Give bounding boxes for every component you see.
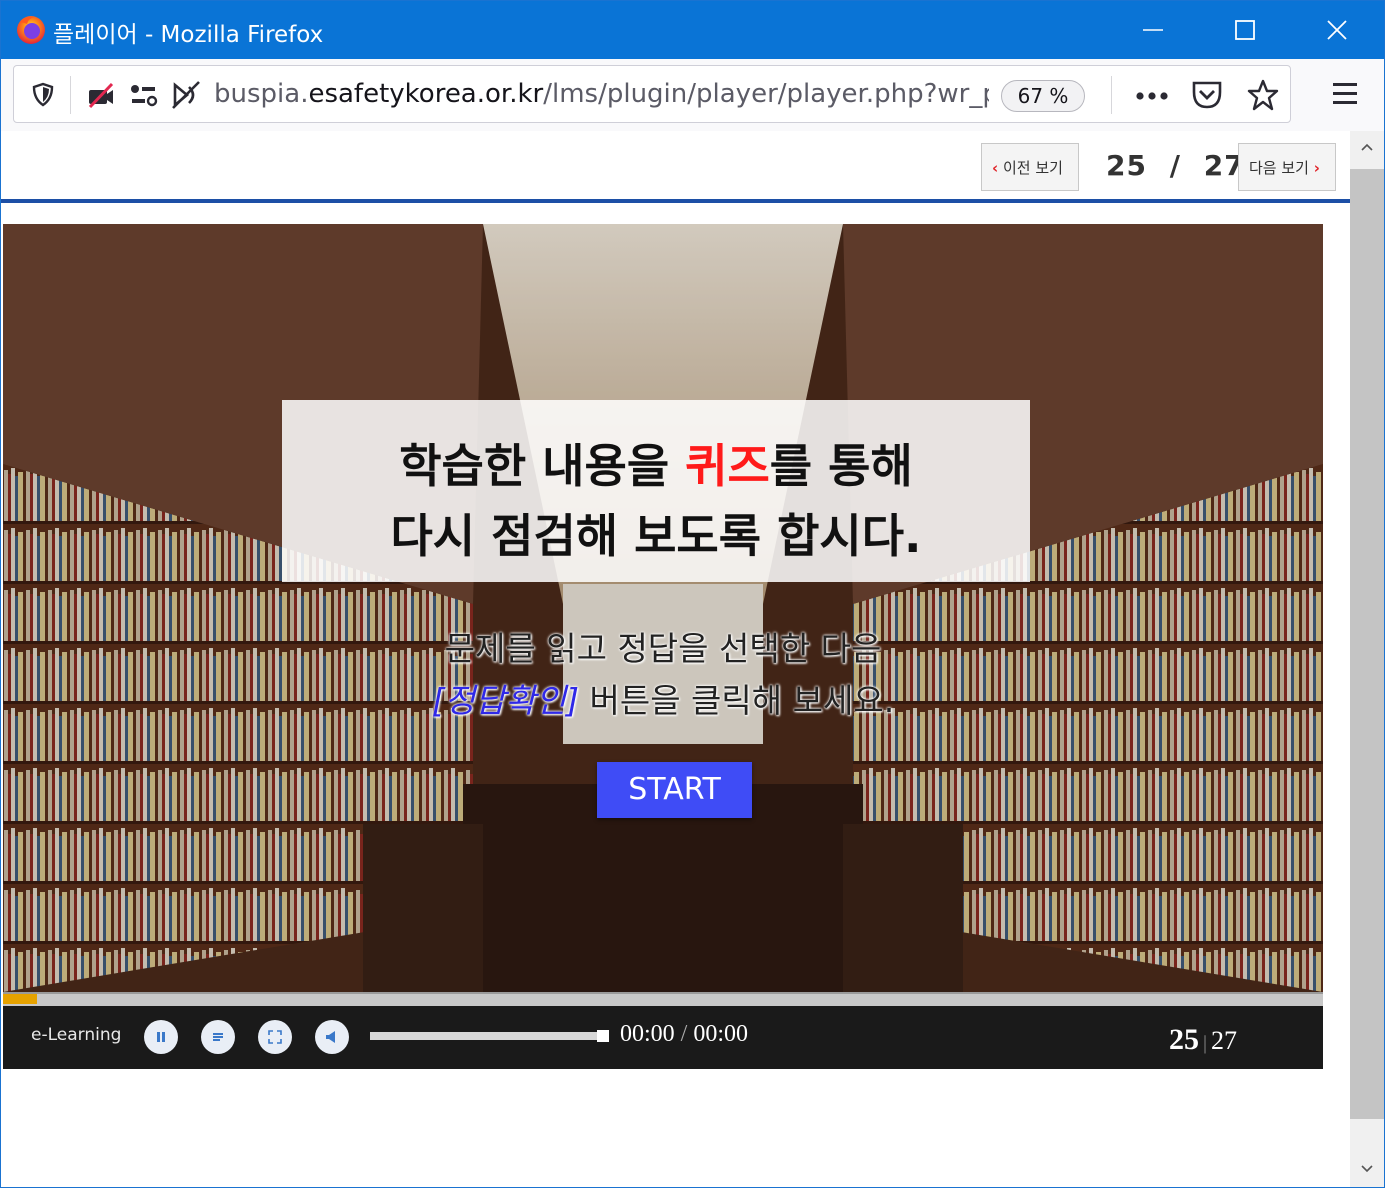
list-icon (213, 1033, 223, 1041)
time-separator: / (680, 1021, 688, 1047)
page-current: 25 (1106, 149, 1147, 182)
player-page-separator: | (1203, 1032, 1208, 1054)
time-slider-track[interactable] (370, 1032, 608, 1040)
camera-blocked-icon[interactable] (86, 80, 116, 110)
prev-page-label: 이전 보기 (1002, 159, 1063, 177)
page-counter: 25 / 27 (1106, 149, 1245, 182)
page-separator: / (1169, 149, 1181, 182)
scroll-down-icon[interactable] (1361, 1165, 1373, 1173)
fullscreen-icon (268, 1030, 282, 1044)
close-button[interactable] (1291, 1, 1383, 59)
time-display: 00:00 / 00:00 (620, 1021, 748, 1048)
maximize-icon (1235, 20, 1255, 40)
title-bar: 플레이어 - Mozilla Firefox (1, 1, 1384, 59)
url-bar[interactable]: buspia.esafetykorea.or.kr/lms/plugin/pla… (13, 65, 1291, 123)
quiz-title-box: 학습한 내용을 퀴즈를 통해 다시 점검해 보도록 합시다. (282, 400, 1030, 582)
browser-window: 플레이어 - Mozilla Firefox buspia.esafetykor… (0, 0, 1385, 1188)
shield-icon[interactable] (31, 82, 55, 108)
scrollbar-thumb[interactable] (1350, 169, 1384, 1119)
slide-progress-fill (3, 994, 38, 1004)
minimize-button[interactable] (1107, 1, 1199, 59)
minimize-icon (1143, 29, 1163, 31)
time-slider-handle[interactable] (597, 1030, 609, 1042)
maximize-button[interactable] (1199, 1, 1291, 59)
elearning-label: e-Learning (31, 1025, 122, 1045)
next-page-label: 다음 보기 (1249, 159, 1309, 177)
instruction-line1: 문제를 읽고 정답을 선택한 다음 (444, 629, 882, 668)
player-control-bar: e-Learning 00:00 / 00:00 25 | 27 (3, 1006, 1323, 1069)
header-divider (1, 199, 1350, 203)
library-background-image (3, 224, 1323, 992)
hamburger-menu-icon[interactable] (1331, 81, 1359, 107)
pause-icon (157, 1032, 165, 1042)
navigation-toolbar: buspia.esafetykorea.or.kr/lms/plugin/pla… (1, 59, 1384, 132)
time-current: 00:00 (620, 1021, 675, 1047)
player-page-indicator: 25 | 27 (1169, 1023, 1237, 1057)
page-content: ‹ 이전 보기 25 / 27 다음 보기 › 학습한 내용을 퀴즈를 통해 다… (1, 131, 1350, 1187)
window-title: 플레이어 - Mozilla Firefox (53, 22, 324, 48)
fullscreen-button[interactable] (258, 1020, 292, 1054)
chevron-right-icon: › (1313, 159, 1320, 177)
firefox-logo-icon (17, 16, 45, 44)
time-total: 00:00 (693, 1021, 749, 1047)
quiz-title-line2: 다시 점검해 보도록 합시다. (390, 509, 922, 563)
list-button[interactable] (201, 1020, 235, 1054)
close-icon (1327, 20, 1347, 40)
prev-page-button[interactable]: ‹ 이전 보기 (981, 143, 1079, 191)
quiz-title-line1: 학습한 내용을 퀴즈를 통해 (399, 439, 913, 493)
scroll-up-icon[interactable] (1361, 143, 1373, 151)
slide-progress-bar[interactable] (3, 992, 1323, 1006)
chevron-left-icon: ‹ (992, 159, 999, 177)
instruction-line2: [정답확인] 버튼을 클릭해 보세요. (431, 681, 895, 720)
next-page-button[interactable]: 다음 보기 › (1238, 143, 1336, 191)
pause-button[interactable] (144, 1020, 178, 1054)
more-icon[interactable] (1135, 91, 1169, 101)
autoplay-blocked-icon[interactable] (169, 79, 203, 111)
player-page-total: 27 (1211, 1026, 1238, 1055)
start-button[interactable]: START (597, 762, 752, 818)
vertical-scrollbar[interactable] (1350, 131, 1384, 1187)
lesson-player: 학습한 내용을 퀴즈를 통해 다시 점검해 보도록 합시다. 문제를 읽고 정답… (3, 224, 1323, 1069)
pocket-icon[interactable] (1191, 80, 1223, 110)
volume-icon (326, 1031, 335, 1043)
player-page-current: 25 (1169, 1023, 1199, 1056)
bookmark-star-icon[interactable] (1247, 79, 1279, 111)
volume-button[interactable] (315, 1020, 349, 1054)
zoom-level-button[interactable]: 67 % (1001, 80, 1085, 112)
permissions-icon[interactable] (129, 81, 159, 109)
url-text[interactable]: buspia.esafetykorea.or.kr/lms/plugin/pla… (214, 79, 989, 109)
